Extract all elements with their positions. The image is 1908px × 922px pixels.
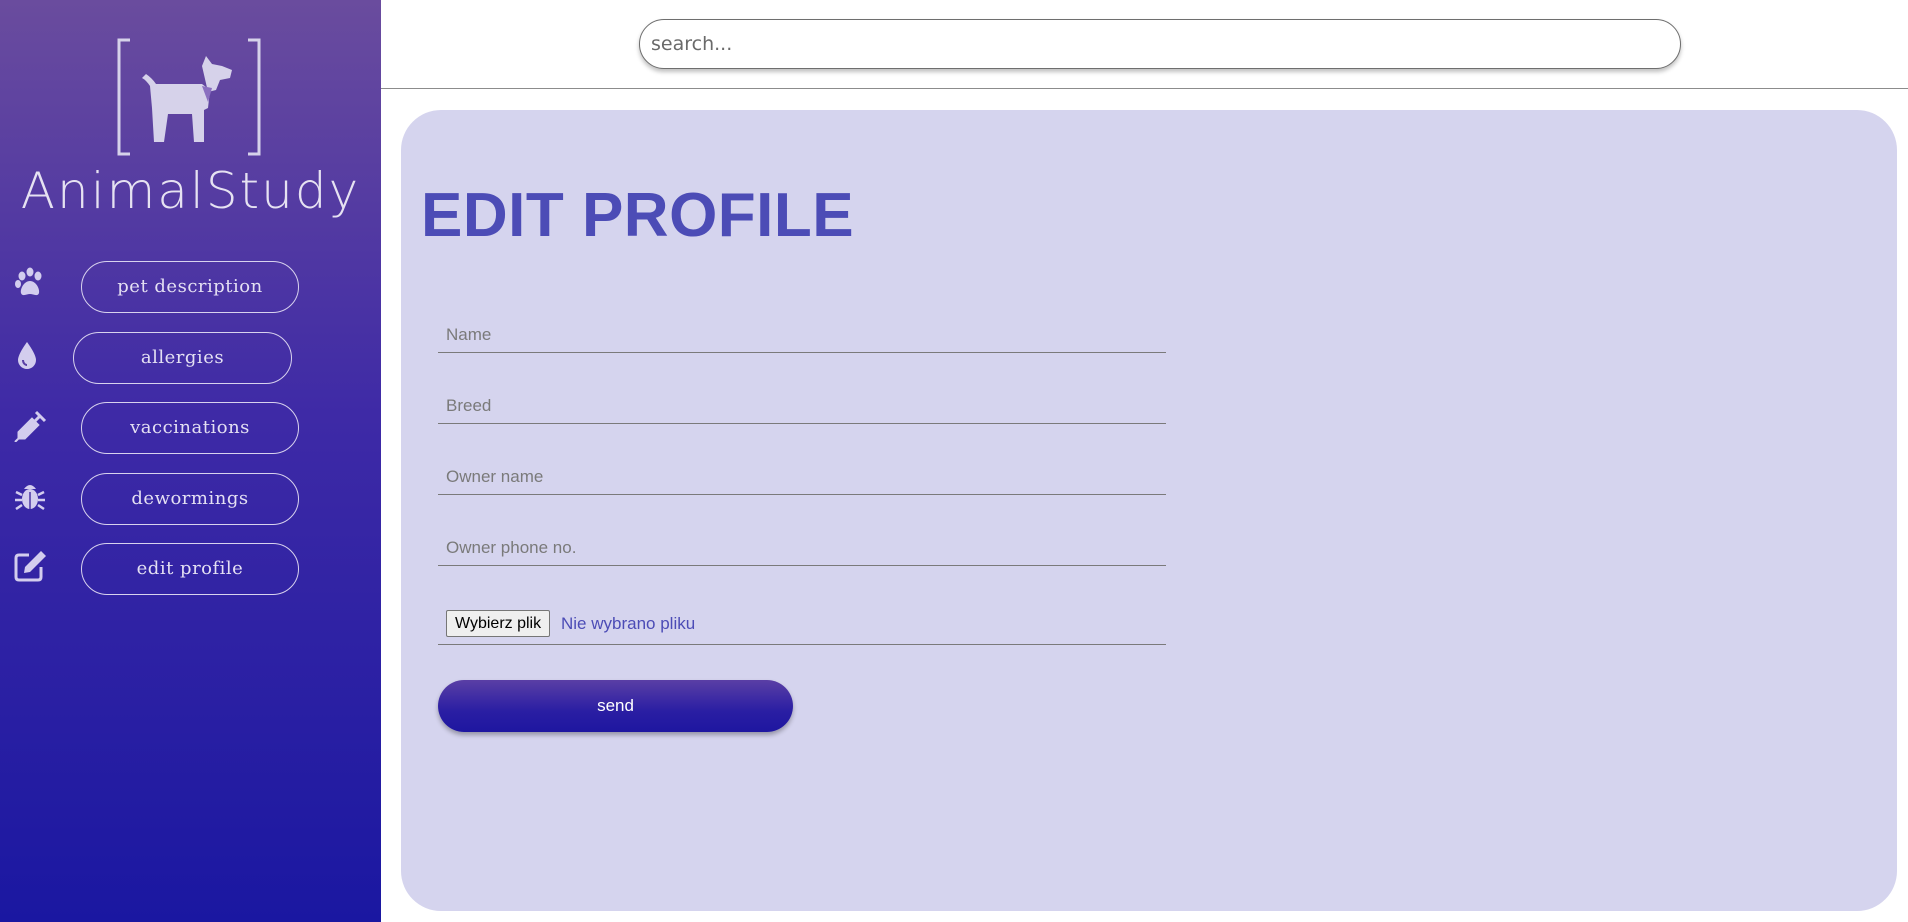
page-title: EDIT PROFILE bbox=[421, 181, 855, 250]
pet-description-button[interactable]: pet description bbox=[81, 261, 299, 313]
dewormings-button[interactable]: dewormings bbox=[81, 473, 299, 525]
sidebar-item-vaccinations[interactable]: vaccinations bbox=[0, 402, 381, 454]
file-status: Nie wybrano pliku bbox=[561, 614, 696, 633]
send-button[interactable]: send bbox=[438, 680, 793, 732]
sidebar: AnimalStudy pet description allergies va… bbox=[0, 0, 381, 922]
edit-icon bbox=[14, 551, 46, 582]
dog-logo-icon bbox=[117, 38, 261, 156]
sidebar-item-dewormings[interactable]: dewormings bbox=[0, 473, 381, 525]
sidebar-item-pet-description[interactable]: pet description bbox=[0, 261, 381, 313]
search-input[interactable] bbox=[639, 19, 1681, 69]
breed-field[interactable] bbox=[438, 376, 1166, 424]
syringe-icon bbox=[14, 410, 47, 442]
logo[interactable]: AnimalStudy bbox=[0, 38, 381, 228]
bug-icon bbox=[15, 485, 45, 511]
paw-icon bbox=[15, 267, 42, 296]
droplet-icon bbox=[18, 342, 36, 369]
edit-profile-card: EDIT PROFILE Wybierz plik Nie wybrano pl… bbox=[401, 110, 1897, 911]
edit-profile-button[interactable]: edit profile bbox=[81, 543, 299, 595]
choose-file-button[interactable]: Wybierz plik bbox=[446, 610, 551, 637]
vaccinations-button[interactable]: vaccinations bbox=[81, 402, 299, 454]
name-field[interactable] bbox=[438, 305, 1166, 353]
allergies-button[interactable]: allergies bbox=[73, 332, 292, 384]
file-input: Wybierz plik Nie wybrano pliku bbox=[438, 600, 1166, 645]
top-bar bbox=[381, 0, 1908, 89]
sidebar-item-allergies[interactable]: allergies bbox=[0, 332, 381, 384]
app-title: AnimalStudy bbox=[20, 162, 361, 220]
owner-phone-field[interactable] bbox=[438, 518, 1166, 566]
owner-name-field[interactable] bbox=[438, 447, 1166, 495]
sidebar-item-edit-profile[interactable]: edit profile bbox=[0, 543, 381, 595]
